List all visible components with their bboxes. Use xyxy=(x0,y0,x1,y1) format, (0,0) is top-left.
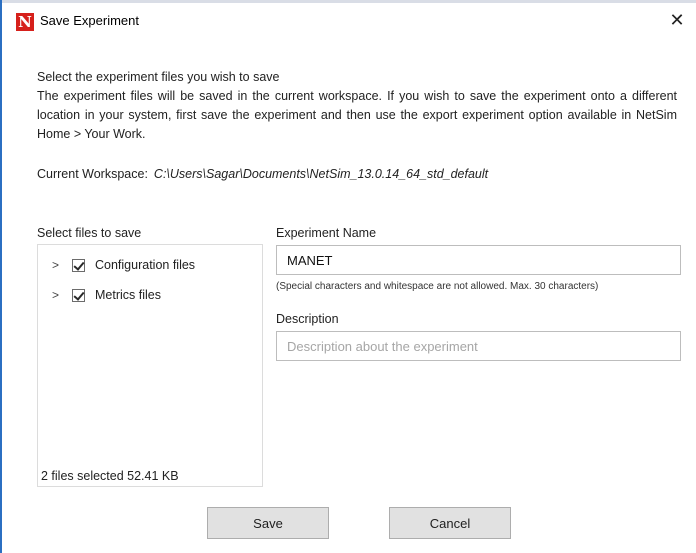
current-workspace: Current Workspace: C:\Users\Sagar\Documen… xyxy=(37,167,488,181)
experiment-name-label: Experiment Name xyxy=(276,226,377,240)
description-label: Description xyxy=(276,312,339,326)
chevron-right-icon[interactable]: > xyxy=(52,258,64,272)
tree-item-label: Metrics files xyxy=(95,288,161,302)
cancel-button[interactable]: Cancel xyxy=(389,507,511,539)
configuration-files-checkbox[interactable] xyxy=(72,258,85,272)
metrics-files-checkbox[interactable] xyxy=(72,288,85,302)
window-left-border xyxy=(0,0,2,553)
netsim-app-icon: N xyxy=(16,13,34,31)
intro-line-2: The experiment files will be saved in th… xyxy=(37,89,677,141)
tree-item-metrics-files[interactable]: > Metrics files xyxy=(52,285,161,305)
files-section-label: Select files to save xyxy=(37,226,142,240)
workspace-path: C:\Users\Sagar\Documents\NetSim_13.0.14_… xyxy=(153,167,489,181)
save-button[interactable]: Save xyxy=(207,507,329,539)
tree-item-label: Configuration files xyxy=(95,258,196,272)
close-icon[interactable]: ✕ xyxy=(664,7,690,33)
tree-item-configuration-files[interactable]: > Configuration files xyxy=(52,255,195,275)
workspace-label: Current Workspace: xyxy=(37,167,148,181)
chevron-right-icon[interactable]: > xyxy=(52,288,64,302)
files-selected-summary: 2 files selected 52.41 KB xyxy=(41,469,179,483)
intro-text: Select the experiment files you wish to … xyxy=(37,68,677,144)
experiment-name-hint: (Special characters and whitespace are n… xyxy=(276,281,599,292)
description-input[interactable] xyxy=(276,331,681,361)
files-tree-panel: > Configuration files > Metrics files 2 … xyxy=(37,244,263,487)
title-bar: N Save Experiment ✕ xyxy=(2,3,696,37)
window-title: Save Experiment xyxy=(40,13,139,28)
intro-line-1: Select the experiment files you wish to … xyxy=(37,70,280,84)
experiment-name-input[interactable] xyxy=(276,245,681,275)
